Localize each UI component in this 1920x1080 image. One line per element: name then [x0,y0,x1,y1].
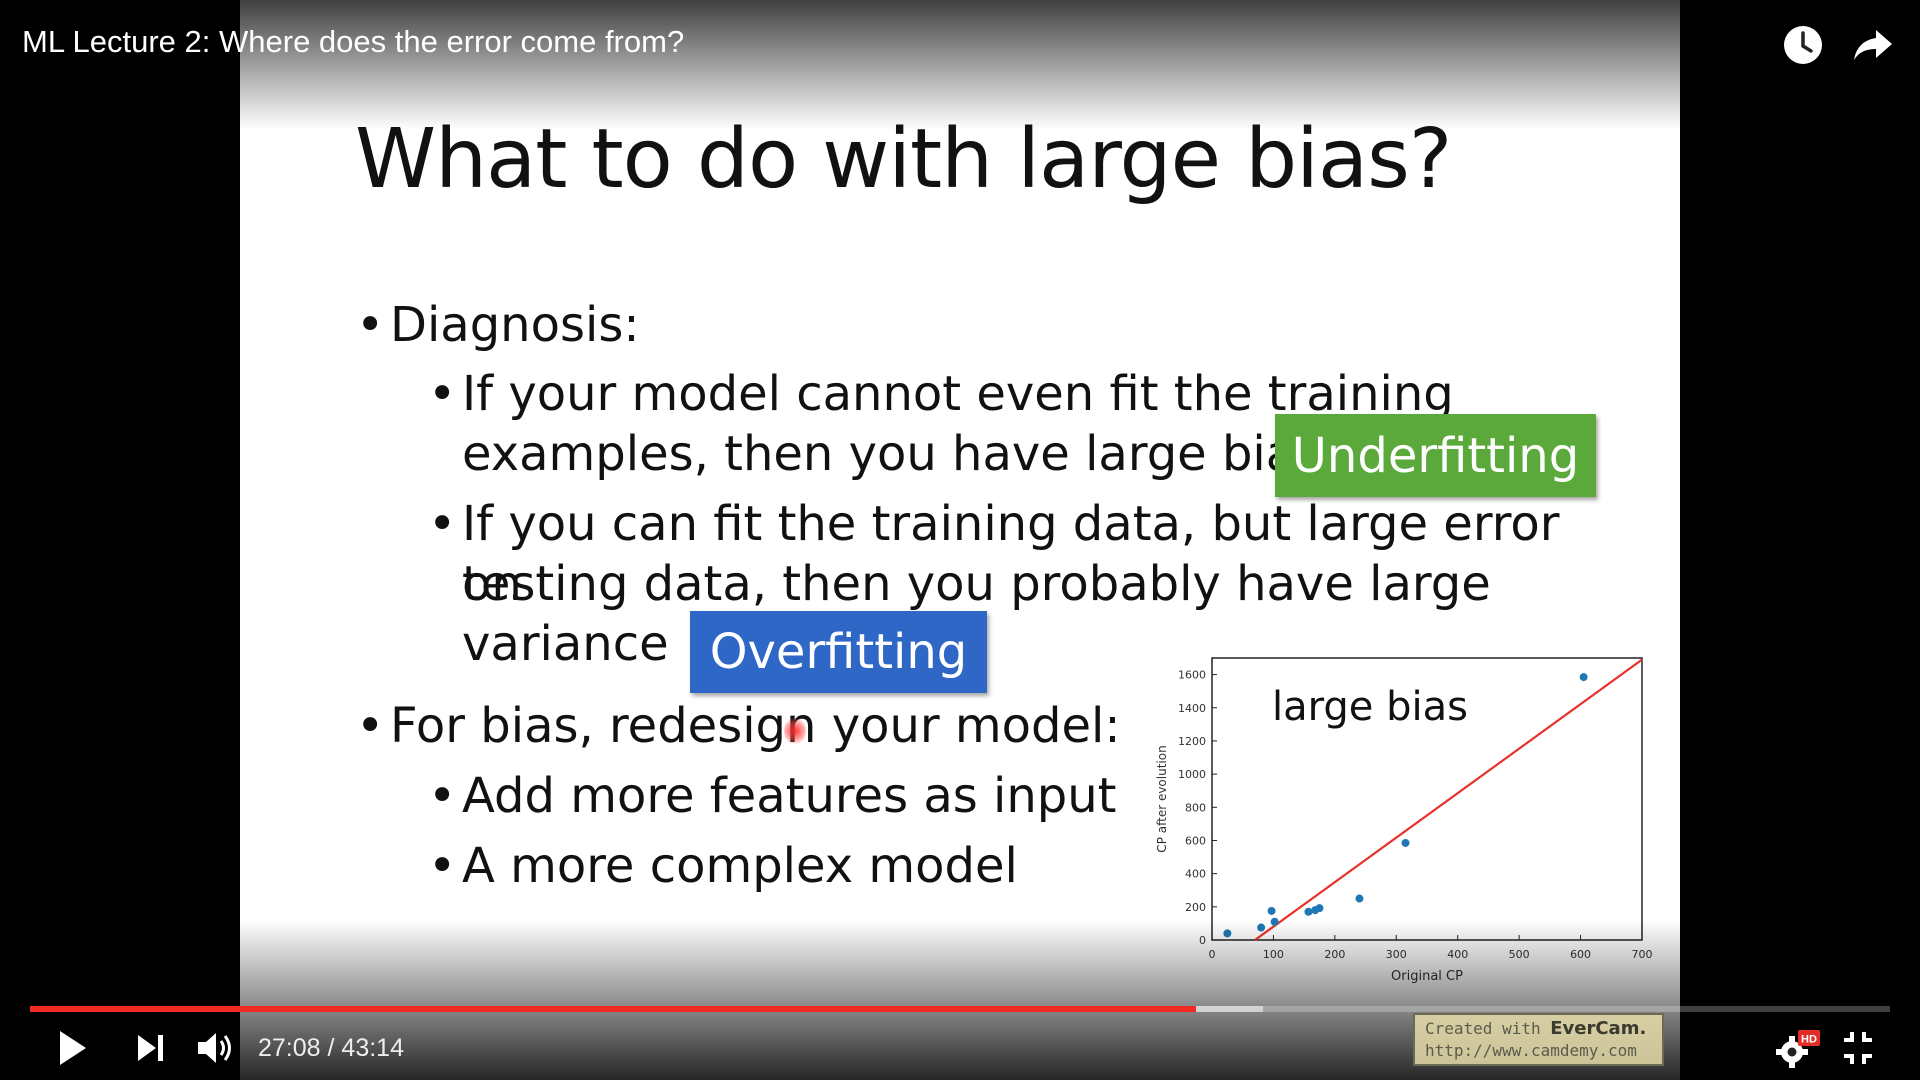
data-point [1304,907,1313,916]
underfitting-tag: Underfitting [1275,414,1596,497]
y-axis-label: CP after evolution [1155,745,1169,852]
data-point [1401,838,1410,847]
bullet-for-bias: For bias, redesign your model: [356,696,1121,756]
watermark-url: http://www.camdemy.com [1425,1041,1637,1060]
volume-icon[interactable] [196,1028,240,1068]
current-time: 27:08 [258,1034,321,1062]
y-tick-label: 1400 [1178,702,1206,715]
play-icon[interactable] [56,1028,90,1068]
settings-icon[interactable]: HD [1772,1028,1822,1072]
progress-bar[interactable] [30,1006,1890,1012]
lecture-slide: What to do with large bias? Diagnosis: I… [240,0,1680,1080]
laser-pointer [784,717,806,745]
overfitting-tag: Overfitting [690,611,987,693]
video-player[interactable]: What to do with large bias? Diagnosis: I… [0,0,1920,1080]
y-tick-label: 200 [1185,901,1206,914]
time-display: 27:08 / 43:14 [258,1034,404,1063]
chart-annotation: large bias [1272,684,1468,730]
watermark-prefix: Created with [1425,1019,1551,1038]
share-icon[interactable] [1850,22,1896,68]
video-title[interactable]: ML Lecture 2: Where does the error come … [22,24,684,60]
evercam-watermark: Created with EverCam. http://www.camdemy… [1413,1013,1664,1066]
bullet-diagnosis: Diagnosis: [356,295,639,355]
top-overlay [0,0,1920,130]
data-point [1267,906,1276,915]
bullet-overfit-line2: testing data, then you probably have lar… [462,556,1491,612]
y-tick-label: 1600 [1178,669,1206,682]
y-tick-label: 600 [1185,834,1206,847]
watch-later-icon[interactable] [1780,22,1826,68]
played-bar [30,1006,1197,1012]
hd-badge: HD [1801,1034,1817,1046]
time-separator: / [327,1034,335,1062]
y-tick-label: 800 [1185,801,1206,814]
data-point [1579,673,1588,682]
y-tick-label: 1000 [1178,768,1206,781]
watermark-brand: EverCam. [1550,1018,1647,1039]
y-tick-label: 400 [1185,868,1206,881]
data-point [1315,904,1324,913]
y-tick-label: 1200 [1178,735,1206,748]
next-video-icon[interactable] [134,1028,168,1068]
exit-fullscreen-icon[interactable] [1840,1028,1876,1068]
data-point [1355,894,1364,903]
duration: 43:14 [341,1034,404,1062]
